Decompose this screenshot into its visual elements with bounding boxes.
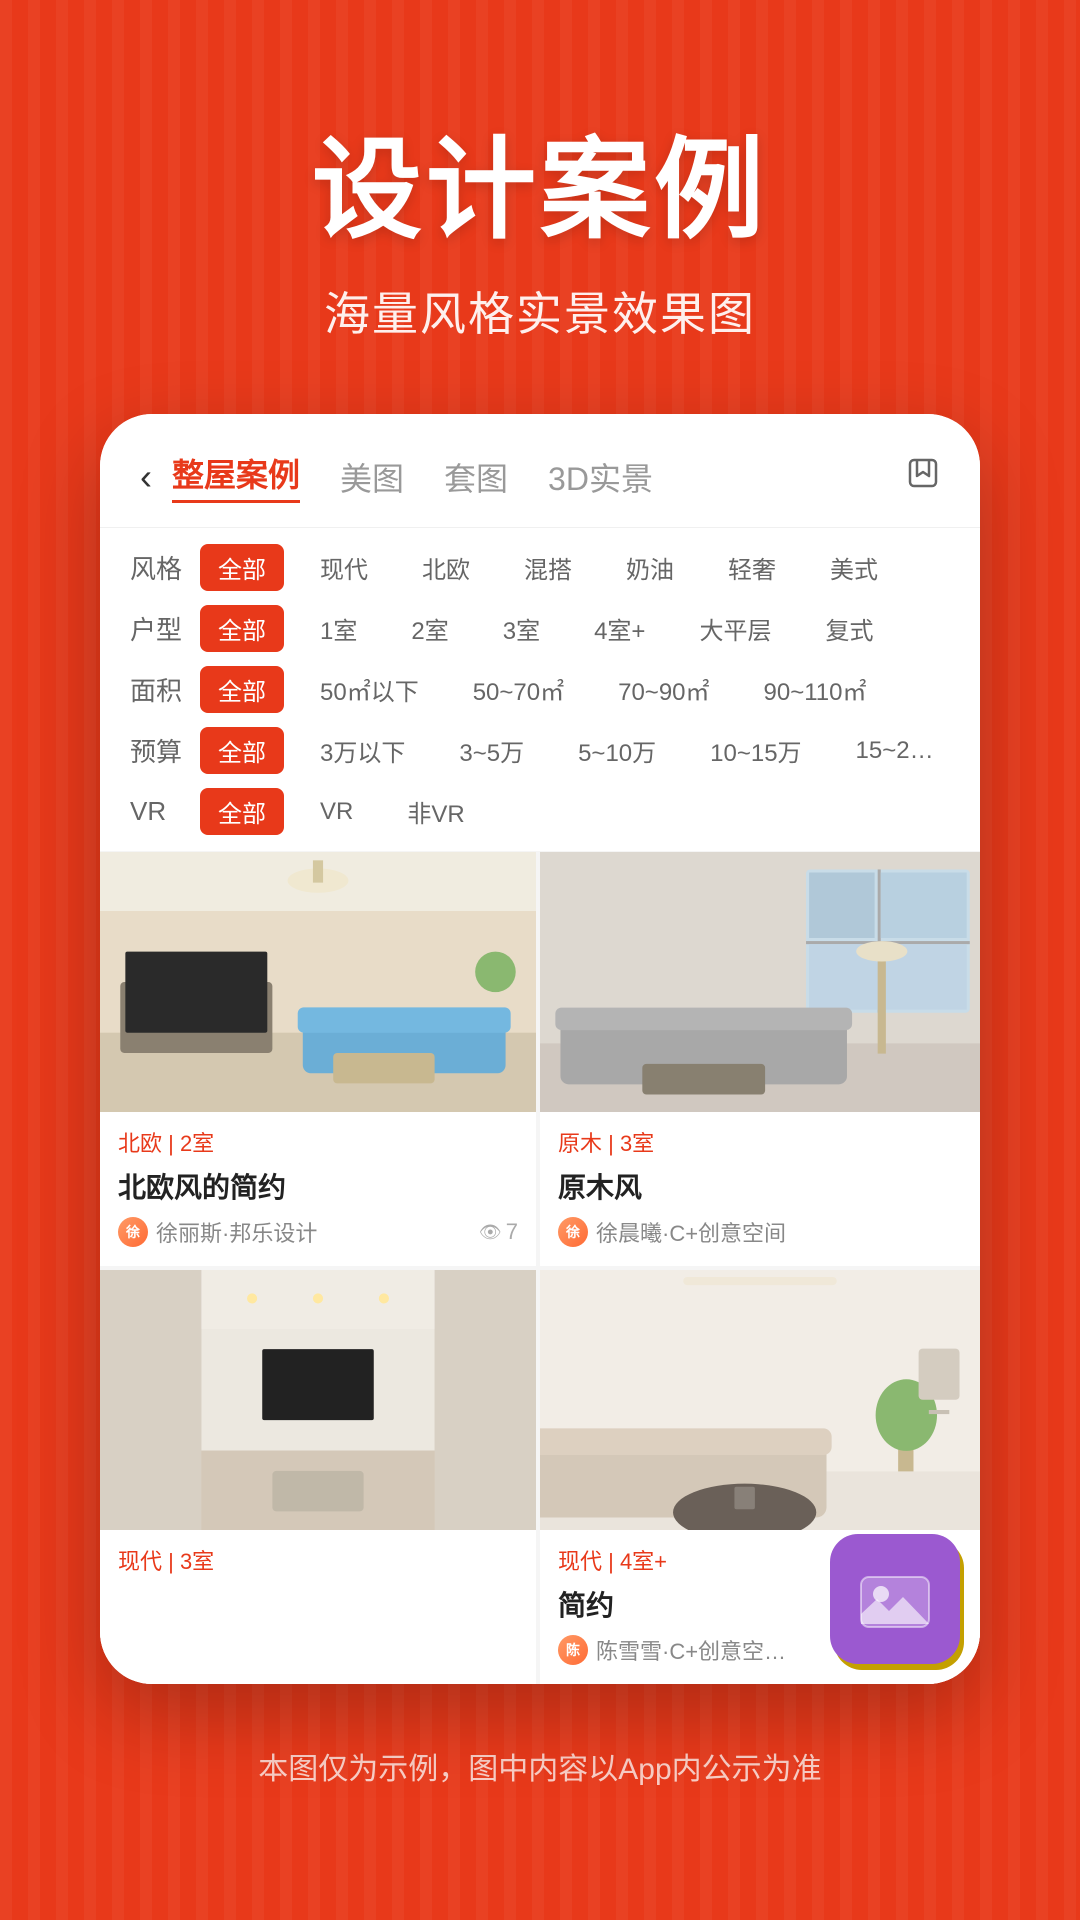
filter-vr-no[interactable]: 非VR — [389, 788, 482, 835]
hero-subtitle: 海量风格实景效果图 — [324, 278, 756, 344]
item-style-tag-2: 原木 | 3室 — [558, 1126, 962, 1158]
back-button[interactable]: ‹ — [140, 456, 152, 498]
filter-area-90-110[interactable]: 90~110㎡ — [746, 666, 885, 713]
item-author-row-1: 徐 徐丽斯·邦乐设计 👁 7 — [118, 1216, 518, 1248]
item-style-tag-1: 北欧 | 2室 — [118, 1126, 518, 1158]
filter-budget-3w[interactable]: 3万以下 — [302, 727, 423, 774]
filter-budget-all[interactable]: 全部 — [200, 727, 284, 774]
item-author-row-2: 徐 徐晨曦·C+创意空间 — [558, 1216, 962, 1248]
item-meta-1: 北欧 | 2室 北欧风的简约 徐 徐丽斯·邦乐设计 👁 7 — [100, 1112, 536, 1266]
filter-type-2room[interactable]: 2室 — [393, 605, 466, 652]
tab-set[interactable]: 套图 — [444, 454, 508, 500]
filter-area-50[interactable]: 50㎡以下 — [302, 666, 437, 713]
filter-row-style: 风格 全部 现代 北欧 混搭 奶油 轻奢 美式 — [130, 544, 950, 591]
filter-label-vr: VR — [130, 796, 182, 827]
eye-icon-1: 👁 — [479, 1222, 502, 1243]
filter-row-type: 户型 全部 1室 2室 3室 4室+ 大平层 复式 — [130, 605, 950, 652]
author-name-2: 徐晨曦·C+创意空间 — [596, 1216, 786, 1248]
filter-style-mixed[interactable]: 混搭 — [506, 544, 590, 591]
filter-type-4room[interactable]: 4室+ — [576, 605, 663, 652]
grid-item-1[interactable]: 北欧 | 2室 北欧风的简约 徐 徐丽斯·邦乐设计 👁 7 — [100, 852, 540, 1266]
grid-item-2[interactable]: 原木 | 3室 原木风 徐 徐晨曦·C+创意空间 — [540, 852, 980, 1266]
filter-vr-yes[interactable]: VR — [302, 792, 371, 832]
filter-label-budget: 预算 — [130, 732, 182, 769]
card-nav: ‹ 整屋案例 美图 套图 3D实景 — [100, 414, 980, 528]
tab-beauty[interactable]: 美图 — [340, 454, 404, 500]
item-name-2: 原木风 — [558, 1166, 962, 1206]
placeholder-image-icon — [830, 1534, 960, 1664]
filter-type-duplex[interactable]: 复式 — [807, 605, 891, 652]
author-info-2: 徐 徐晨曦·C+创意空间 — [558, 1216, 786, 1248]
item-meta-2: 原木 | 3室 原木风 徐 徐晨曦·C+创意空间 — [540, 1112, 980, 1266]
filter-label-area: 面积 — [130, 671, 182, 708]
filter-type-3room[interactable]: 3室 — [485, 605, 558, 652]
room-image-4 — [540, 1270, 980, 1530]
author-name-1: 徐丽斯·邦乐设计 — [156, 1216, 317, 1248]
room-image-3 — [100, 1270, 536, 1530]
grid-item-3[interactable]: 现代 | 3室 — [100, 1266, 540, 1684]
page-wrapper: 设计案例 海量风格实景效果图 ‹ 整屋案例 美图 套图 3D实景 风格 — [0, 0, 1080, 1868]
tab-whole-house[interactable]: 整屋案例 — [172, 450, 300, 503]
item-style-tag-3: 现代 | 3室 — [118, 1544, 518, 1576]
view-count-1: 👁 7 — [479, 1219, 518, 1245]
filter-budget-15w[interactable]: 15~2… — [838, 731, 952, 771]
filter-style-american[interactable]: 美式 — [812, 544, 896, 591]
tab-3d[interactable]: 3D实景 — [548, 454, 653, 500]
author-name-4: 陈雪雪·C+创意空… — [596, 1634, 786, 1666]
filter-type-1room[interactable]: 1室 — [302, 605, 375, 652]
room-image-1 — [100, 852, 536, 1112]
author-avatar-4: 陈 — [558, 1635, 588, 1665]
filter-row-vr: VR 全部 VR 非VR — [130, 788, 950, 835]
filter-label-style: 风格 — [130, 549, 182, 586]
author-avatar-2: 徐 — [558, 1217, 588, 1247]
footer-disclaimer: 本图仅为示例，图中内容以App内公示为准 — [258, 1744, 821, 1788]
filter-type-penthouse[interactable]: 大平层 — [681, 605, 789, 652]
filter-area-50-70[interactable]: 50~70㎡ — [455, 666, 582, 713]
filter-label-type: 户型 — [130, 610, 182, 647]
filter-budget-5-10w[interactable]: 5~10万 — [560, 727, 674, 774]
filter-vr-all[interactable]: 全部 — [200, 788, 284, 835]
grid-item-4[interactable]: 现代 | 4室+ 简约 陈 陈雪雪·C+创意空… — [540, 1266, 980, 1684]
filter-style-modern[interactable]: 现代 — [302, 544, 386, 591]
filter-style-light-luxury[interactable]: 轻奢 — [710, 544, 794, 591]
author-info-4: 陈 陈雪雪·C+创意空… — [558, 1634, 786, 1666]
filter-budget-3-5w[interactable]: 3~5万 — [441, 727, 542, 774]
filter-row-area: 面积 全部 50㎡以下 50~70㎡ 70~90㎡ 90~110㎡ — [130, 666, 950, 713]
filter-budget-10-15w[interactable]: 10~15万 — [692, 727, 819, 774]
item-meta-3: 现代 | 3室 — [100, 1530, 536, 1602]
filter-style-nordic[interactable]: 北欧 — [404, 544, 488, 591]
image-grid: 北欧 | 2室 北欧风的简约 徐 徐丽斯·邦乐设计 👁 7 — [100, 852, 980, 1684]
author-avatar-1: 徐 — [118, 1217, 148, 1247]
bookmark-icon[interactable] — [906, 456, 940, 498]
filters-section: 风格 全部 现代 北欧 混搭 奶油 轻奢 美式 户型 全部 1室 2室 3室 4… — [100, 528, 980, 852]
filter-area-all[interactable]: 全部 — [200, 666, 284, 713]
author-info-1: 徐 徐丽斯·邦乐设计 — [118, 1216, 317, 1248]
item-name-1: 北欧风的简约 — [118, 1166, 518, 1206]
filter-style-all[interactable]: 全部 — [200, 544, 284, 591]
room-image-2 — [540, 852, 980, 1112]
hero-title: 设计案例 — [312, 100, 768, 260]
view-number-1: 7 — [506, 1219, 518, 1245]
filter-area-70-90[interactable]: 70~90㎡ — [600, 666, 727, 713]
phone-card: ‹ 整屋案例 美图 套图 3D实景 风格 全部 现代 北欧 — [100, 414, 980, 1684]
nav-tabs: 整屋案例 美图 套图 3D实景 — [172, 450, 906, 503]
filter-style-cream[interactable]: 奶油 — [608, 544, 692, 591]
filter-row-budget: 预算 全部 3万以下 3~5万 5~10万 10~15万 15~2… — [130, 727, 950, 774]
filter-type-all[interactable]: 全部 — [200, 605, 284, 652]
